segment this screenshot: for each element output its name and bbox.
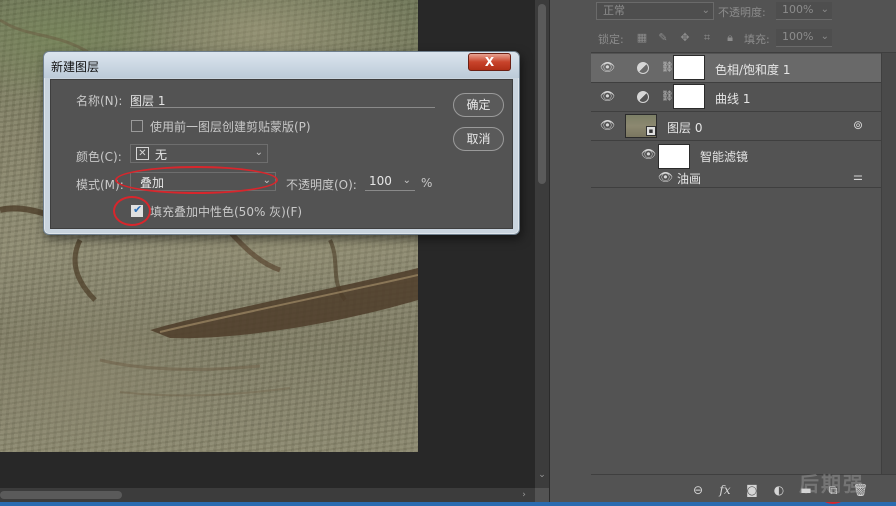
layers-panel-options: 正常 ⌄ 不透明度: 100% ⌄ 锁定: ▦ ✎ ✥ ⌗ 🔒︎ 填充: 100… — [591, 0, 896, 53]
layer-row-curves[interactable]: 👁︎ ⛓︎ 曲线 1 — [591, 83, 881, 112]
dialog-body: 名称(N): 图层 1 使用前一图层创建剪贴蒙版(P) 颜色(C): ✕ 无 ⌄… — [50, 79, 513, 229]
mask-link-icon[interactable]: ⛓︎ — [661, 62, 674, 74]
layer-fill-input[interactable]: 100% ⌄ — [776, 29, 832, 47]
opacity-label: 不透明度(O): — [286, 178, 357, 192]
layer-mask-thumbnail[interactable] — [673, 84, 705, 109]
panel-gutter — [549, 0, 591, 502]
layer-name[interactable]: 智能滤镜 — [700, 148, 748, 165]
watermark-logo: 后期强 — [799, 472, 865, 496]
dialog-title: 新建图层 — [51, 60, 100, 74]
layer-name[interactable]: 油画 — [677, 170, 701, 187]
color-dropdown[interactable]: ✕ 无 ⌄ — [130, 144, 268, 163]
vertical-scroll-thumb[interactable] — [538, 4, 546, 184]
blend-mode-dropdown[interactable]: 叠加 ⌄ — [130, 172, 276, 191]
chevron-down-icon: ⌄ — [402, 175, 411, 186]
color-label: 颜色(C): — [76, 150, 122, 164]
chevron-down-icon: ⌄ — [820, 4, 829, 15]
layer-opacity-label: 不透明度: — [718, 6, 766, 19]
smart-filter-icon[interactable]: ⊚ — [853, 118, 869, 132]
name-label: 名称(N): — [76, 94, 123, 108]
lock-label: 锁定: — [598, 33, 624, 46]
opacity-value: 100 — [369, 174, 392, 188]
opacity-input[interactable]: 100 ⌄ — [365, 172, 415, 191]
opacity-unit: % — [421, 176, 433, 190]
taskbar-strip — [0, 502, 896, 506]
layer-row-hue-saturation[interactable]: 👁︎ ⛓︎ 色相/饱和度 1 — [591, 54, 881, 83]
chevron-down-icon: ⌄ — [701, 5, 710, 16]
layer-blend-mode-dropdown[interactable]: 正常 ⌄ — [596, 2, 714, 20]
ok-button[interactable]: 确定 — [453, 93, 504, 117]
layer-fill-value: 100% — [782, 30, 814, 43]
chevron-down-icon: ⌄ — [254, 147, 263, 158]
horizontal-scroll-thumb[interactable] — [0, 491, 122, 499]
layer-name[interactable]: 色相/饱和度 1 — [715, 61, 791, 78]
new-layer-dialog: 新建图层 X 名称(N): 图层 1 使用前一图层创建剪贴蒙版(P) 颜色(C)… — [43, 51, 520, 235]
chevron-down-icon: ⌄ — [262, 175, 271, 186]
layer-blend-mode-value: 正常 — [603, 4, 625, 17]
mask-icon[interactable]: ◙ — [745, 483, 759, 497]
visibility-eye-icon[interactable]: 👁︎ — [600, 61, 615, 73]
visibility-eye-icon[interactable]: 👁︎ — [600, 90, 615, 102]
color-value: 无 — [155, 148, 168, 162]
visibility-eye-icon[interactable]: 👁︎ — [641, 148, 656, 160]
smart-object-badge-icon: ▪ — [646, 126, 656, 136]
layer-row-layer-0[interactable]: 👁︎ ▪ 图层 0 ⊚ — [591, 112, 881, 141]
canvas-vertical-scrollbar[interactable]: ⌄ — [535, 0, 549, 488]
layers-panel: 正常 ⌄ 不透明度: 100% ⌄ 锁定: ▦ ✎ ✥ ⌗ 🔒︎ 填充: 100… — [591, 0, 896, 502]
fill-neutral-color-checkbox[interactable] — [131, 203, 143, 217]
link-icon[interactable]: ⊖ — [691, 483, 705, 497]
visibility-eye-icon[interactable]: 👁︎ — [658, 171, 673, 183]
layer-mask-thumbnail[interactable] — [673, 55, 705, 80]
filter-blending-options-icon[interactable]: ⚌ — [853, 171, 867, 183]
mask-link-icon[interactable]: ⛓︎ — [661, 91, 674, 103]
name-input-underline — [130, 107, 435, 108]
visibility-eye-icon[interactable]: 👁︎ — [600, 119, 615, 131]
layer-opacity-value: 100% — [782, 3, 814, 16]
dialog-titlebar[interactable]: 新建图层 X — [44, 52, 519, 78]
no-color-icon: ✕ — [136, 147, 149, 160]
adjustment-layer-icon — [637, 91, 649, 103]
adjustment-layer-icon — [637, 62, 649, 74]
blend-mode-value: 叠加 — [140, 176, 165, 190]
cancel-button[interactable]: 取消 — [453, 127, 504, 151]
scroll-right-arrow-icon[interactable]: › — [518, 489, 530, 501]
layer-row-smart-filters[interactable]: 👁︎ 智能滤镜 — [591, 141, 881, 170]
adjustment-icon[interactable]: ◐ — [772, 483, 786, 497]
smart-filter-mask-thumbnail[interactable] — [658, 144, 690, 169]
layer-row-oil-paint-filter[interactable]: 👁︎ 油画 ⚌ — [591, 168, 881, 188]
fill-neutral-color-label: 填充叠加中性色(50% 灰)(F) — [150, 205, 303, 219]
layer-name[interactable]: 图层 0 — [667, 119, 702, 136]
lock-transparent-icon[interactable]: ▦ — [636, 32, 648, 44]
fx-icon[interactable]: fx — [718, 483, 732, 497]
fill-label: 填充: — [744, 33, 770, 46]
lock-all-icon[interactable]: 🔒︎ — [724, 32, 736, 44]
lock-artboard-icon[interactable]: ⌗ — [701, 32, 713, 44]
clip-mask-label: 使用前一图层创建剪贴蒙版(P) — [150, 120, 311, 134]
lock-position-icon[interactable]: ✥ — [679, 32, 691, 44]
layers-panel-scrollbar[interactable] — [881, 53, 896, 474]
canvas-horizontal-scrollbar[interactable]: › — [0, 488, 535, 502]
mode-label: 模式(M): — [76, 178, 124, 192]
scroll-down-arrow-icon[interactable]: ⌄ — [538, 470, 546, 480]
chevron-down-icon: ⌄ — [820, 31, 829, 42]
dialog-close-button[interactable]: X — [468, 53, 511, 71]
clip-mask-checkbox[interactable] — [131, 120, 143, 132]
layer-opacity-input[interactable]: 100% ⌄ — [776, 2, 832, 20]
lock-paint-icon[interactable]: ✎ — [657, 32, 669, 44]
layer-name[interactable]: 曲线 1 — [715, 90, 750, 107]
